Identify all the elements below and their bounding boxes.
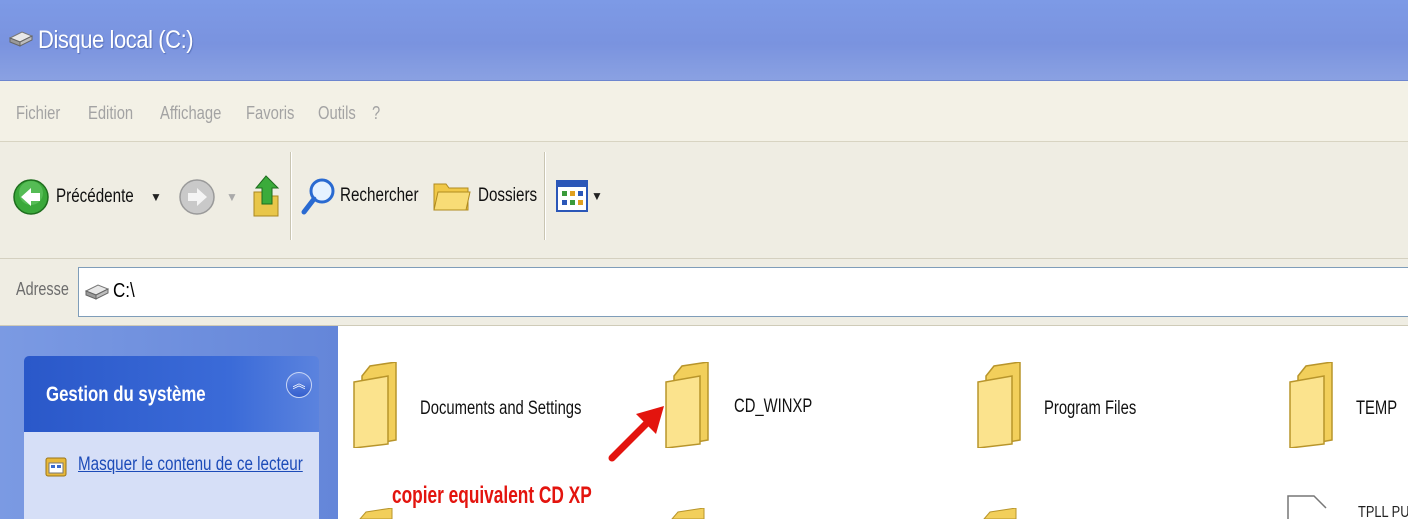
task-pane: Gestion du système ︽ Masquer le contenu … (0, 326, 338, 519)
annotation-arrow-icon (608, 406, 664, 462)
address-label: Adresse (16, 279, 69, 299)
forward-arrow-icon (179, 179, 215, 215)
menu-affichage[interactable]: Affichage (160, 103, 221, 124)
toolbar-separator (290, 152, 292, 240)
folders-icon (433, 183, 471, 211)
address-bar: Adresse C:\ (0, 259, 1408, 326)
hide-contents-icon (45, 457, 67, 477)
folder-icon (353, 361, 397, 449)
title-bar[interactable]: Disque local (C:) (0, 0, 1408, 81)
annotation-text: copier equivalent CD XP (392, 482, 592, 509)
search-label: Rechercher (340, 185, 419, 206)
system-tasks-panel: Gestion du système ︽ Masquer le contenu … (24, 356, 319, 519)
panel-header[interactable]: Gestion du système ︽ (24, 356, 319, 432)
up-folder-icon (253, 175, 280, 217)
folder-label[interactable]: TEMP (1356, 398, 1397, 420)
file-label-partial[interactable]: TPLL PU (1358, 504, 1408, 522)
address-input[interactable]: C:\ (78, 267, 1408, 317)
panel-body: Masquer le contenu de ce lecteur (24, 432, 319, 519)
back-dropdown-icon[interactable]: ▼ (150, 190, 162, 204)
forward-dropdown-icon[interactable]: ▼ (226, 190, 238, 204)
back-arrow-icon (13, 179, 49, 215)
folder-item[interactable] (352, 361, 402, 453)
drive-icon (85, 284, 109, 300)
folder-icon-partial (671, 508, 705, 519)
search-button[interactable]: Rechercher (300, 176, 438, 216)
folder-item[interactable] (1288, 361, 1338, 453)
folder-icon (665, 361, 709, 449)
folder-item[interactable] (664, 361, 714, 453)
folders-button[interactable]: Dossiers (432, 178, 552, 214)
folders-label: Dossiers (478, 185, 538, 206)
folder-icon (1289, 361, 1333, 449)
folder-icon (977, 361, 1021, 449)
folder-item[interactable] (976, 361, 1026, 453)
hide-drive-contents-link[interactable]: Masquer le contenu de ce lecteur (78, 452, 318, 478)
menu-favoris[interactable]: Favoris (246, 103, 294, 124)
views-icon (556, 180, 588, 212)
folder-label[interactable]: CD_WINXP (734, 396, 812, 418)
menu-fichier[interactable]: Fichier (16, 103, 60, 124)
search-icon (301, 178, 335, 215)
folder-label[interactable]: Documents and Settings (420, 398, 581, 420)
address-value: C:\ (113, 280, 135, 302)
collapse-icon[interactable]: ︽ (286, 372, 312, 398)
views-button[interactable]: ▼ (556, 180, 603, 212)
folder-label[interactable]: Program Files (1044, 398, 1136, 420)
back-label: Précédente (56, 186, 134, 207)
folder-icon-partial (983, 508, 1017, 519)
file-icon-partial (1287, 495, 1327, 519)
menu-help[interactable]: ? (372, 103, 380, 124)
panel-title: Gestion du système (46, 383, 206, 406)
window-title: Disque local (C:) (38, 26, 194, 54)
drive-icon (8, 31, 34, 47)
menu-outils[interactable]: Outils (318, 103, 356, 124)
menu-edition[interactable]: Edition (88, 103, 133, 124)
back-button[interactable]: Précédente (12, 178, 153, 216)
up-folder-button[interactable] (250, 172, 284, 220)
menu-bar: Fichier Edition Affichage Favoris Outils… (0, 81, 1408, 142)
forward-button[interactable] (178, 178, 216, 216)
toolbar: Précédente ▼ ▼ Rechercher Dossiers ▼ (0, 142, 1408, 259)
views-dropdown-icon[interactable]: ▼ (591, 189, 603, 203)
toolbar-separator (544, 152, 546, 240)
